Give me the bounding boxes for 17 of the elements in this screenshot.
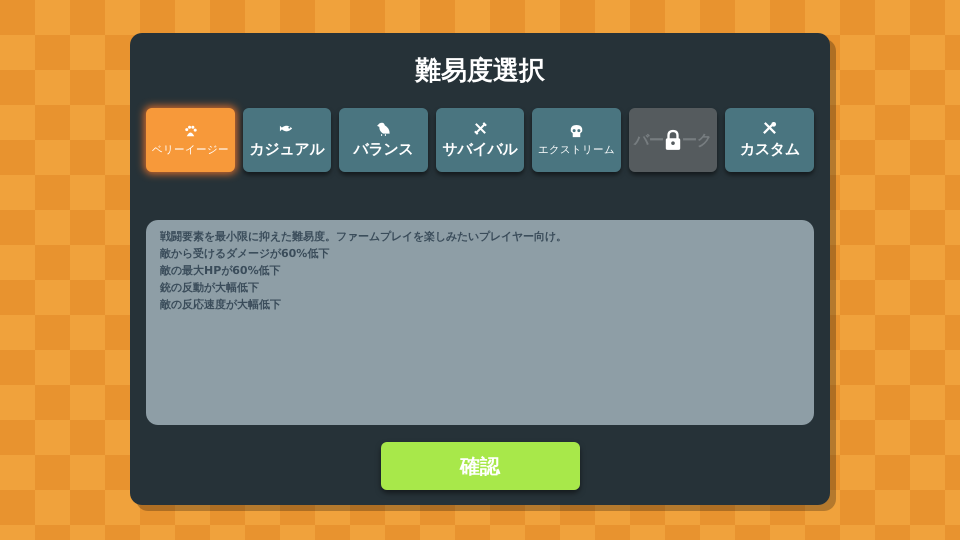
swords-icon — [472, 121, 488, 136]
difficulty-tab[interactable]: サバイバル — [436, 108, 524, 172]
description-line: 銃の反動が大幅低下 — [160, 280, 259, 296]
difficulty-tab[interactable]: エクストリーム — [532, 108, 621, 172]
difficulty-tab[interactable]: バランス — [339, 108, 428, 172]
difficulty-tab[interactable]: カスタム — [725, 108, 814, 172]
description-line: 敵の最大HPが60%低下 — [160, 263, 281, 279]
skull-icon — [569, 124, 584, 138]
description-line: 敵の反応速度が大幅低下 — [160, 297, 281, 313]
lock-icon — [664, 129, 682, 151]
difficulty-tab[interactable]: カジュアル — [242, 108, 332, 172]
paw-icon — [182, 124, 198, 138]
description-line: 戦闘要素を最小限に抑えた難易度。ファームプレイを楽しみたいプレイヤー向け。 — [160, 229, 567, 245]
dialog-title: 難易度選択 — [414, 55, 546, 88]
tools-icon — [762, 121, 778, 136]
description-line: 敵から受けるダメージが60%低下 — [160, 246, 330, 262]
bird-icon — [376, 121, 391, 136]
